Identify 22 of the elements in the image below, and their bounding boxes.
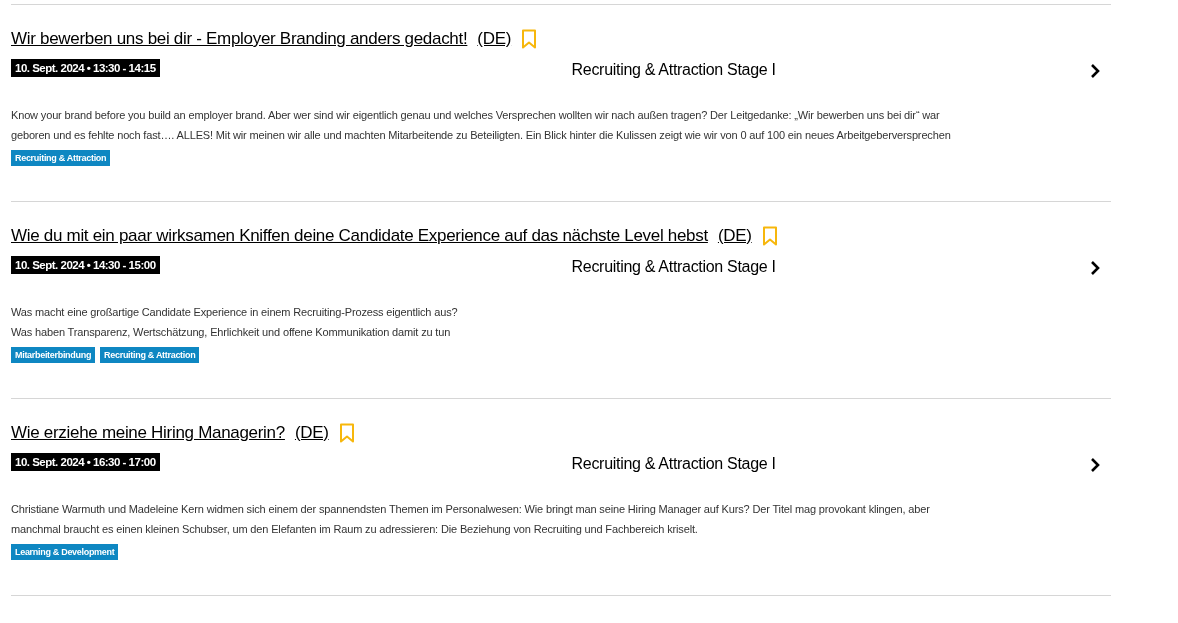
stage-label: Recruiting & Attraction Stage I [571,455,776,473]
category-tag[interactable]: Recruiting & Attraction [11,150,111,166]
date-time-badge: 10. Sept. 2024 • 16:30 - 17:00 [11,453,160,471]
category-tag[interactable]: Mitarbeiterbindung [11,347,96,363]
session-description: Christiane Warmuth und Madeleine Kern widmen sich einem der spannendsten Themen im Personalwesen: Wie bringt man seine Hiring Manager auf Kurs? Der Titel mag provokant klingen, aber manchmal braucht es einen kleinen Schubser, um den Elefanten im Raum zu adressieren: Die Beziehung von Recruiting und Fachbereich kriselt. [11,502,930,537]
category-tag[interactable]: Recruiting & Attraction [100,347,200,363]
session-description: Was macht eine großartige Candidate Experience in einem Recruiting-Prozess eigentlich aus? Was haben Transparenz, Wertschätzung, Ehrlichkeit und offene Kommunikation damit zu tun [11,305,458,340]
session-title-link[interactable]: Wir bewerben uns bei dir - Employer Branding anders gedacht! [11,29,468,49]
date-time-badge: 10. Sept. 2024 • 13:30 - 14:15 [11,59,160,77]
date-time-badge: 10. Sept. 2024 • 14:30 - 15:00 [11,256,160,274]
session-title-link[interactable]: Wie du mit ein paar wirksamen Kniffen deine Candidate Experience auf das nächste Level hebst [11,226,708,246]
stage-label: Recruiting & Attraction Stage I [571,61,776,79]
language-link[interactable]: (DE) [717,226,752,246]
language-link[interactable]: (DE) [294,423,329,443]
chevron-right-icon[interactable] [1089,260,1101,276]
stage-label: Recruiting & Attraction Stage I [571,258,776,276]
chevron-right-icon[interactable] [1089,457,1101,473]
chevron-right-icon[interactable] [1089,63,1101,79]
language-link[interactable]: (DE) [477,29,512,49]
session-title-link[interactable]: Wie erziehe meine Hiring Managerin? [11,423,285,443]
category-tag[interactable]: Learning & Development [11,544,119,560]
session-description: Know your brand before you build an employer brand. Aber wer sind wir eigentlich genau und welches Versprechen wollten wir nach außen tragen? Der Leitgedanke: „Wir bewerben uns bei dir“ war geboren und es fehlte noch fast…. ALLES! Mit wir meinen wir alle und machten Mitarbeitende zu Beteiligten. Ein Blick hinter die Kulissen zeigt wie wir von 0 auf 100 ein neues Arbeitgeberversprechen [11,108,951,143]
